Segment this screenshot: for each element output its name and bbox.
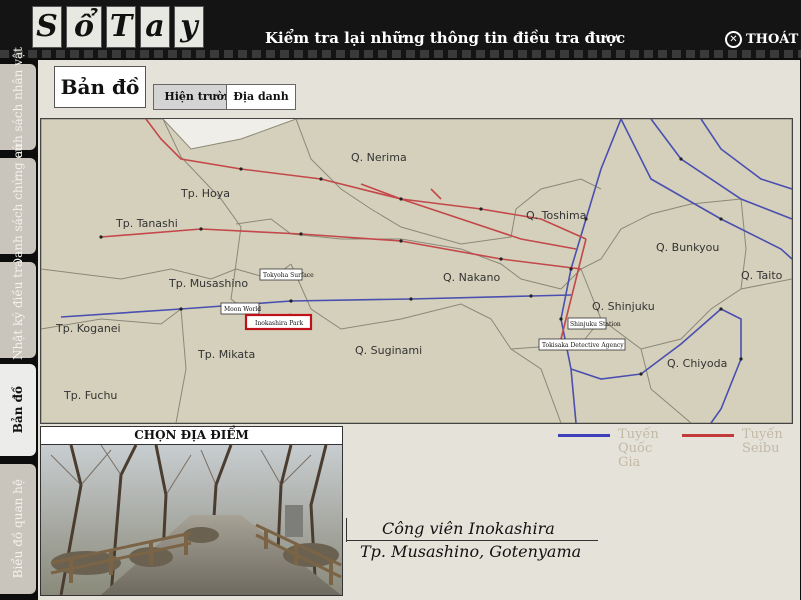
district-label: Q. Chiyoda: [667, 357, 727, 370]
legend-swatch: [682, 434, 734, 437]
legend-swatch: [558, 434, 610, 437]
subtab-place-names[interactable]: Địa danh: [226, 84, 296, 110]
location-underline: [346, 540, 598, 541]
district-label: Tp. Fuchu: [63, 389, 117, 402]
district-label: Tp. Musashino: [168, 277, 248, 290]
district-label: Tp. Hoya: [180, 187, 230, 200]
side-tab-bar: Danh sách nhân vật Danh sách chứng cứ Nh…: [0, 47, 38, 600]
legend-label: Tuyến Quốc Gia: [618, 427, 659, 470]
exit-label: THOÁT: [746, 32, 799, 47]
place-label: Shinjuku Station: [570, 321, 621, 328]
land-area: [41, 119, 792, 423]
location-preview: CHỌN ĐỊA ĐIỂM: [40, 426, 343, 596]
district-label: Q. Nakano: [443, 271, 501, 284]
tab-label: Danh sách chứng cứ: [11, 144, 25, 268]
tab-relationship-chart[interactable]: Biểu đồ quan hệ: [0, 464, 36, 594]
tab-character-list[interactable]: Danh sách nhân vật: [0, 47, 36, 167]
tab-map[interactable]: Bản đồ: [0, 364, 36, 456]
location-area: Tp. Musashino, Gotenyama: [360, 542, 582, 561]
tab-label: Biểu đồ quan hệ: [11, 479, 25, 579]
place-label: Tokisaka Detective Agency: [542, 342, 624, 349]
page-title: Bản đồ: [54, 66, 146, 108]
notebook-logo: S ổ T a y: [32, 6, 204, 48]
district-label: Tp. Mikata: [197, 348, 255, 361]
map-canvas: Q. Nerima Tp. Hoya Tp. Tanashi Q. Toshim…: [41, 119, 792, 423]
logo-letter: a: [140, 6, 170, 48]
tab-investigation-log[interactable]: Nhật ký điều tra: [0, 259, 36, 361]
district-label: Q. Suginami: [355, 344, 422, 357]
park-scene: [41, 445, 342, 595]
tab-evidence-list[interactable]: Danh sách chứng cứ: [0, 144, 36, 268]
screen-title: Kiểm tra lại những thông tin điều tra đư…: [265, 29, 626, 47]
district-label: Tp. Koganei: [55, 322, 121, 335]
logo-letter: T: [106, 6, 136, 48]
district-label: Tp. Tanashi: [115, 217, 178, 230]
location-name: Công viên Inokashira: [382, 519, 555, 538]
tab-label: Bản đồ: [11, 386, 25, 434]
district-label: Q. Nerima: [351, 151, 407, 164]
close-icon: ✕: [725, 31, 742, 48]
tab-label: Nhật ký điều tra: [11, 259, 25, 361]
legend-seibu-line: Tuyến Seibu: [682, 427, 783, 456]
place-label: Tokyoha Surface: [263, 272, 314, 279]
logo-letter: S: [32, 6, 62, 48]
district-label: Q. Toshima: [526, 209, 586, 222]
film-strip-divider: [0, 50, 801, 58]
place-label: Inokashira Park: [255, 320, 303, 327]
location-photo: [41, 445, 342, 595]
district-label: Q. Bunkyou: [656, 241, 719, 254]
logo-letter: y: [174, 6, 204, 48]
location-divider: [346, 518, 347, 542]
location-preview-header: CHỌN ĐỊA ĐIỂM: [41, 427, 342, 445]
exit-button[interactable]: ✕ THOÁT: [725, 31, 798, 48]
map-view[interactable]: Q. Nerima Tp. Hoya Tp. Tanashi Q. Toshim…: [40, 118, 793, 424]
district-label: Q. Shinjuku: [592, 300, 655, 313]
legend-label: Tuyến Seibu: [742, 427, 783, 456]
district-label: Q. Taito: [741, 269, 783, 282]
place-label: Moon World: [224, 306, 261, 313]
legend-national-line: Tuyến Quốc Gia: [558, 428, 678, 470]
logo-letter: ổ: [66, 6, 102, 48]
